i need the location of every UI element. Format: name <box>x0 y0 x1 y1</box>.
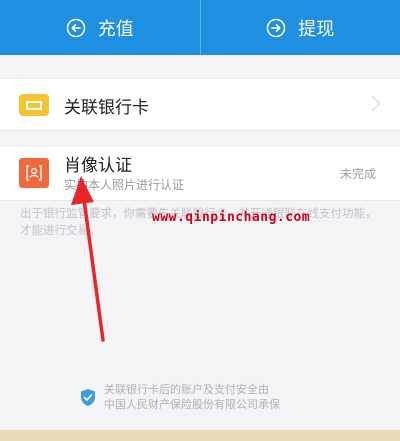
withdraw-label: 提现 <box>298 18 335 40</box>
withdraw-button[interactable]: 提现 <box>199 0 400 55</box>
chevron-right-icon <box>364 95 381 112</box>
recharge-label: 充值 <box>97 18 134 40</box>
portrait-verify-row[interactable]: 肖像认证 实拍本人照片进行认证 未完成 <box>0 145 400 201</box>
recharge-button[interactable]: 充值 <box>0 0 200 55</box>
watermark: www.qinpinchang.com <box>152 210 311 225</box>
footer-text: 关联银行卡后的账户及支付安全由 中国人民财产保险股份有限公司承保 <box>104 382 280 412</box>
status-badge: 未完成 <box>339 167 376 181</box>
shield-icon <box>80 388 96 407</box>
top-action-bar: 充值 提现 <box>0 0 400 55</box>
footer-line-2: 中国人民财产保险股份有限公司承保 <box>104 398 280 411</box>
portrait-icon <box>19 158 49 188</box>
bank-card-row[interactable]: 关联银行卡 <box>0 78 400 131</box>
insurance-footer: 关联银行卡后的账户及支付安全由 中国人民财产保险股份有限公司承保 <box>80 382 340 412</box>
portrait-title: 肖像认证 <box>64 156 132 176</box>
bank-card-label: 关联银行卡 <box>64 98 149 118</box>
footer-line-1: 关联银行卡后的账户及支付安全由 <box>104 383 269 396</box>
arrow-left-circle-icon <box>66 18 86 38</box>
portrait-subtitle: 实拍本人照片进行认证 <box>64 178 185 192</box>
arrow-right-circle-icon <box>266 18 286 38</box>
bank-card-icon <box>19 94 49 116</box>
bottom-strip <box>0 430 400 441</box>
